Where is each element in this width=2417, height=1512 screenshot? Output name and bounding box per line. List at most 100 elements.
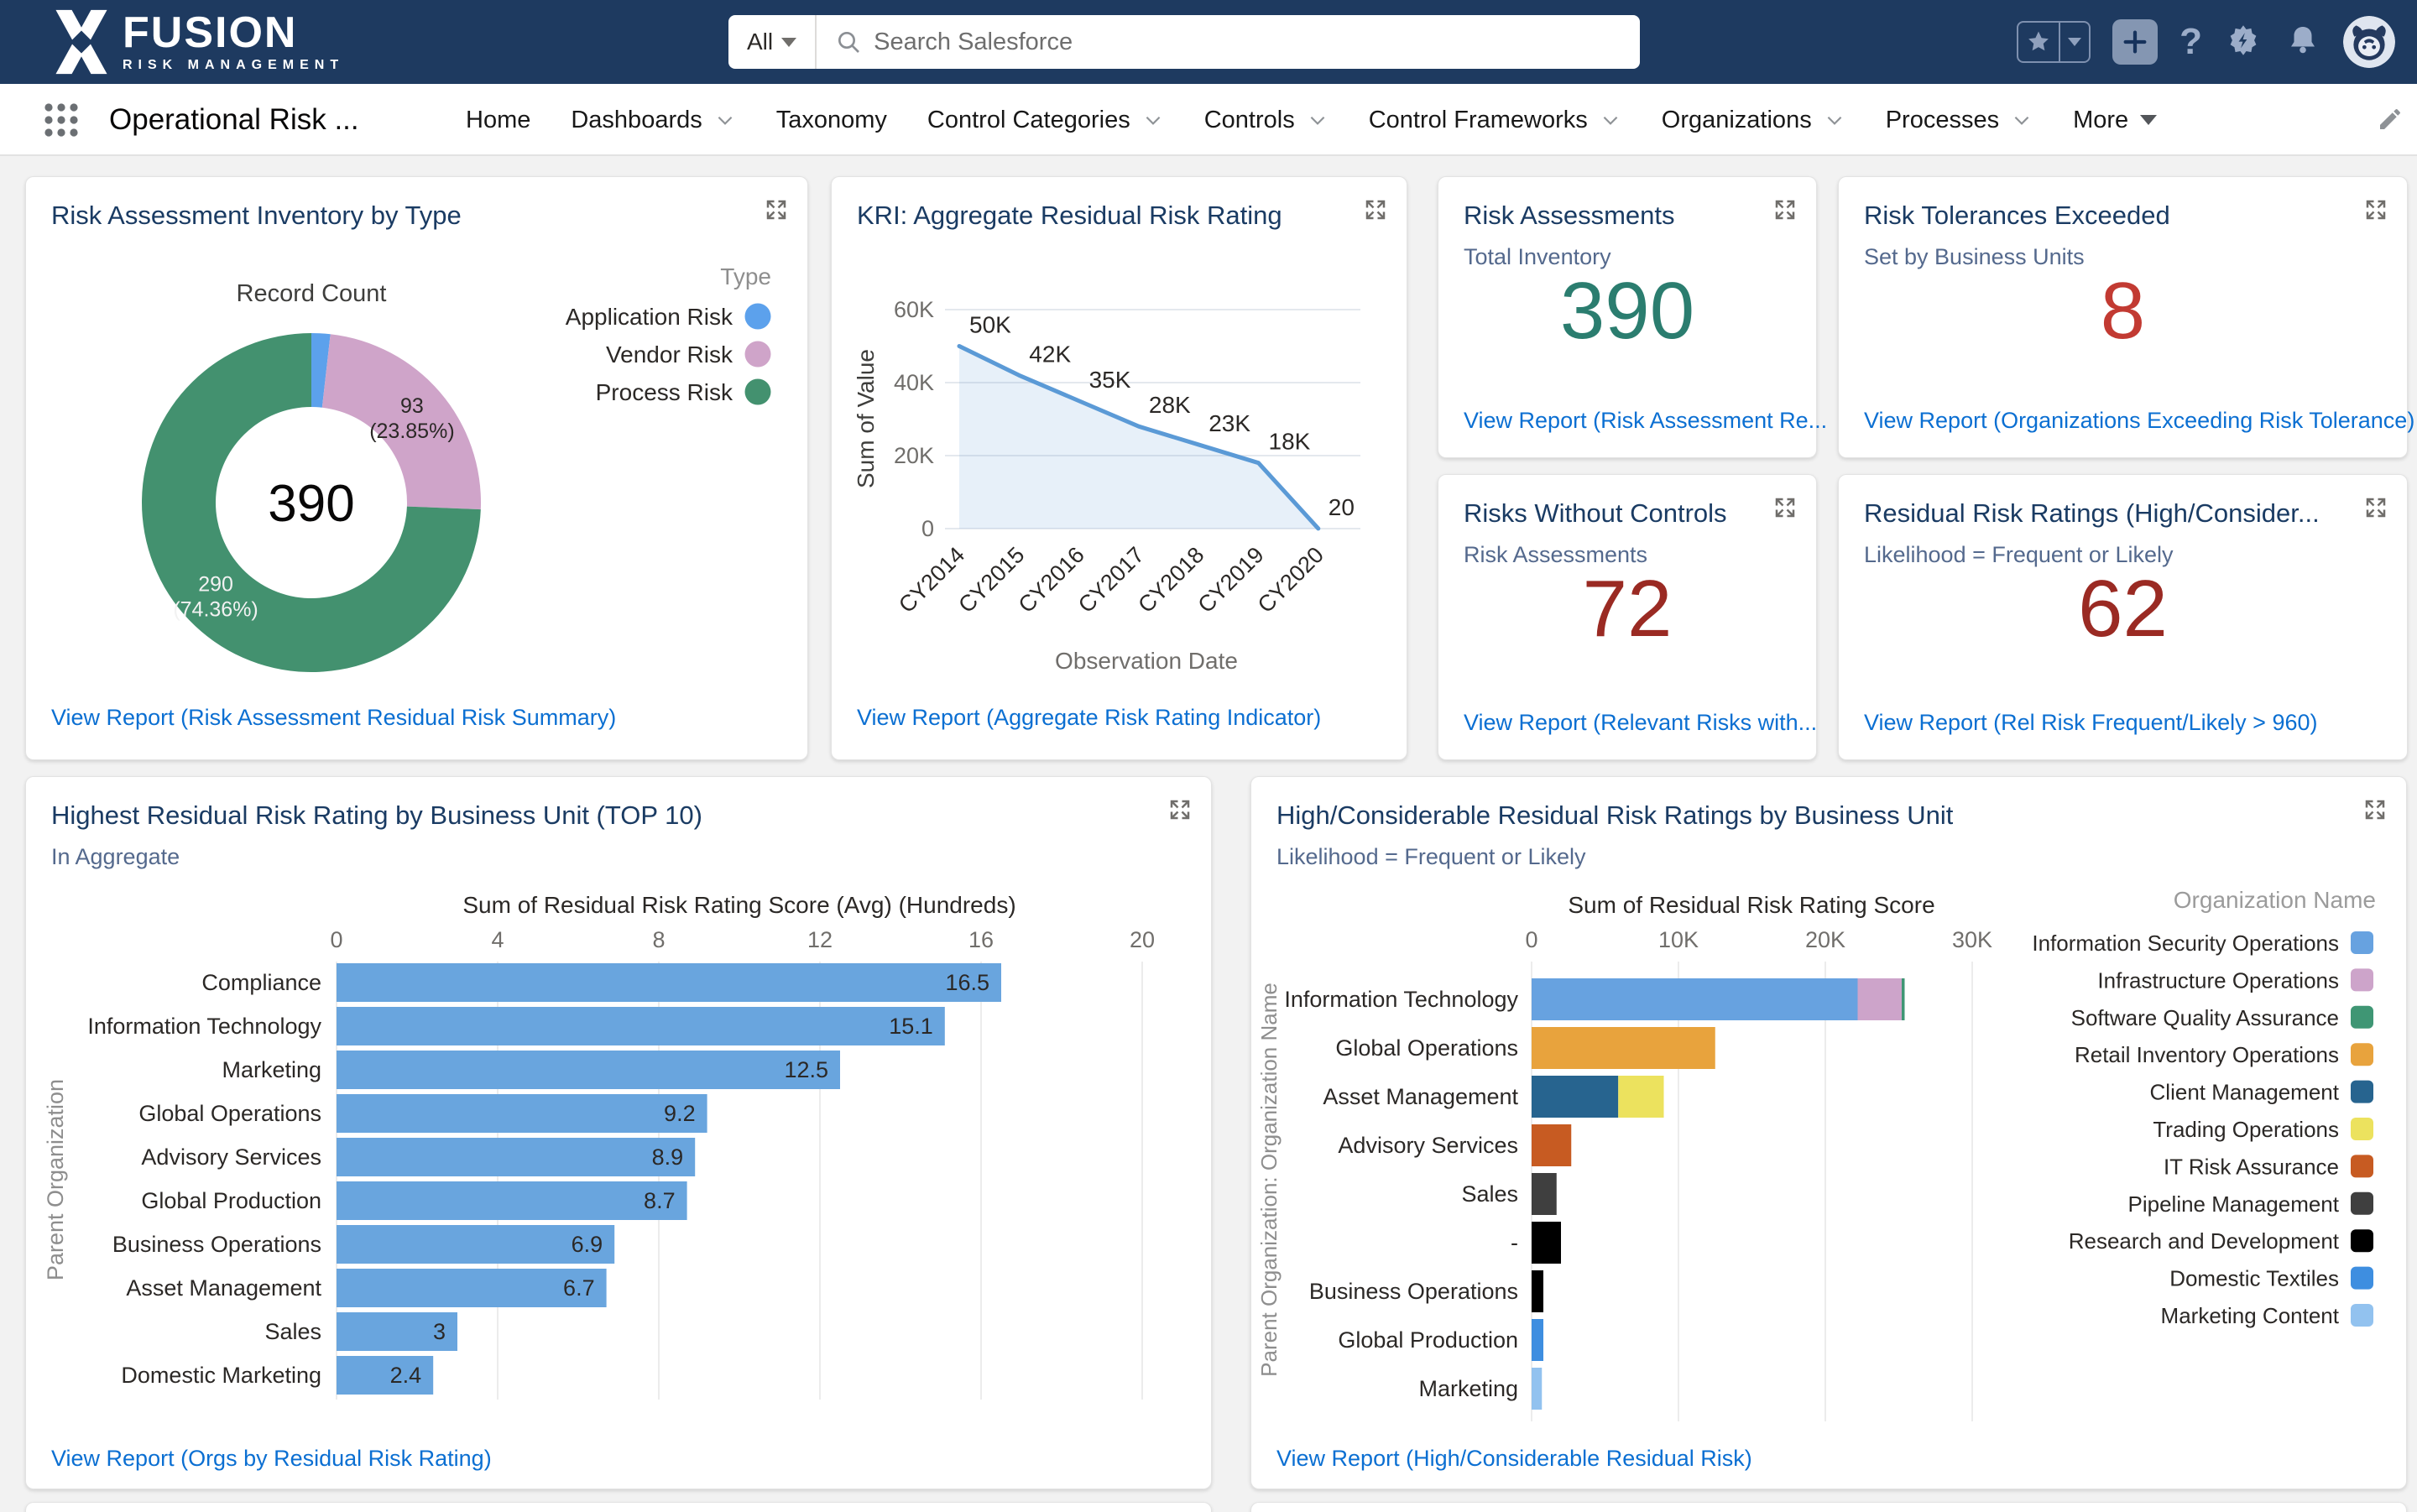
global-search[interactable]: All Search Salesforce [728,15,1640,69]
view-report-link[interactable]: View Report (Relevant Risks with... [1464,710,1817,736]
brand-name: FUSION [123,11,344,55]
app-nav-bar: Operational Risk ... HomeDashboardsTaxon… [0,84,2417,156]
svg-text:Global Operations: Global Operations [1335,1035,1518,1061]
quick-create-button[interactable] [2112,19,2158,65]
search-scope-select[interactable]: All [728,15,817,69]
svg-text:4: 4 [491,927,504,952]
favorites-dropdown-button[interactable] [2060,21,2091,63]
view-report-link[interactable]: View Report (Organizations Exceeding Ris… [1864,408,2414,434]
nav-tabs: Home Dashboards Taxonomy Control Categories… [466,84,2157,156]
svg-text:Global Production: Global Production [1338,1327,1518,1353]
brand-logo: FUSION RISK MANAGEMENT [49,7,344,77]
horizontal-bar-chart: Sum of Residual Risk Rating Score (Avg) … [26,777,1213,1494]
svg-text:Marketing: Marketing [1418,1376,1518,1401]
chevron-down-icon [2011,109,2033,131]
view-report-link[interactable]: View Report (Risk Assessment Residual Ri… [51,705,616,731]
edit-pencil-icon[interactable] [2377,106,2404,137]
svg-text:Asset Management: Asset Management [1323,1084,1518,1109]
chevron-down-icon [1142,109,1164,131]
fusion-logo-icon [49,7,114,77]
user-avatar[interactable] [2343,16,2395,68]
app-launcher-icon[interactable] [44,102,79,142]
metric-value: 8 [1839,271,2407,352]
card-risk-assessment-inventory: Risk Assessment Inventory by Type Record… [25,176,808,760]
notifications-bell-icon[interactable] [2284,22,2321,63]
expand-icon[interactable] [2363,495,2388,524]
svg-text:-: - [1511,1230,1518,1255]
card-highest-residual-risk-top10: Highest Residual Risk Rating by Business… [25,776,1212,1489]
metric-value: 62 [1839,569,2407,649]
svg-text:2.4: 2.4 [390,1363,422,1388]
svg-text:20K: 20K [894,443,934,468]
svg-text:Domestic Marketing: Domestic Marketing [121,1363,321,1388]
nav-item-processes[interactable]: Processes [1886,107,2033,134]
svg-text:Record Count: Record Count [237,280,387,307]
svg-text:Process Risk: Process Risk [596,379,733,405]
svg-text:Marketing Content: Marketing Content [2161,1303,2340,1328]
nav-item-dashboards[interactable]: Dashboards [571,107,735,134]
expand-icon[interactable] [1772,495,1798,524]
nav-item-organizations[interactable]: Organizations [1662,107,1845,134]
svg-text:Information Technology: Information Technology [87,1014,321,1039]
nav-item-label: Taxonomy [776,107,887,134]
svg-text:Advisory Services: Advisory Services [1338,1133,1518,1158]
chevron-down-icon [714,109,736,131]
svg-text:CY2018: CY2018 [1133,542,1208,618]
svg-text:Trading Operations: Trading Operations [2153,1117,2339,1142]
card-high-considerable-by-business-unit: High/Considerable Residual Risk Ratings … [1250,776,2407,1489]
view-report-link[interactable]: View Report (Aggregate Risk Rating Indic… [857,705,1321,731]
metric-value: 390 [1438,271,1816,352]
svg-text:IT Risk Assurance: IT Risk Assurance [2164,1154,2339,1179]
svg-text:0: 0 [330,927,342,952]
expand-icon[interactable] [2363,197,2388,227]
svg-text:Application Risk: Application Risk [566,304,733,330]
expand-icon[interactable] [1772,197,1798,227]
svg-text:40K: 40K [894,370,934,395]
view-report-link[interactable]: View Report (Rel Risk Frequent/Likely > … [1864,710,2318,736]
card-residual-risk-ratings: Residual Risk Ratings (High/Consider... … [1838,474,2408,760]
search-input[interactable]: Search Salesforce [874,29,1073,56]
svg-text:35K: 35K [1089,367,1131,393]
svg-text:CY2016: CY2016 [1014,542,1089,618]
nav-item-control-frameworks[interactable]: Control Frameworks [1369,107,1621,134]
svg-text:Compliance: Compliance [201,970,321,995]
svg-text:0: 0 [921,516,934,541]
view-report-link[interactable]: View Report (High/Considerable Residual … [1276,1446,1752,1472]
svg-text:18K: 18K [1269,429,1311,455]
chevron-down-icon [1824,109,1845,131]
svg-text:10K: 10K [1658,927,1699,952]
nav-item-label: More [2073,107,2128,134]
nav-item-more[interactable]: More [2073,107,2157,134]
svg-text:8.9: 8.9 [652,1144,684,1170]
chevron-down-icon [2068,38,2081,46]
svg-text:Sales: Sales [264,1319,321,1344]
svg-text:Advisory Services: Advisory Services [141,1144,321,1170]
help-icon[interactable]: ? [2179,21,2202,63]
svg-text:0: 0 [1525,927,1537,952]
svg-text:Observation Date: Observation Date [1055,648,1238,674]
svg-text:12.5: 12.5 [784,1057,828,1082]
card-risk-assessments: Risk Assessments Total Inventory 390 Vie… [1438,176,1817,458]
svg-text:Sum of Value: Sum of Value [853,349,879,488]
nav-item-controls[interactable]: Controls [1204,107,1329,134]
stacked-bar-chart: Sum of Residual Risk Rating Score010K20K… [1251,777,2408,1494]
caret-down-icon [2140,115,2157,125]
svg-text:3: 3 [433,1319,446,1344]
svg-text:8: 8 [652,927,665,952]
svg-text:Global Operations: Global Operations [138,1101,321,1126]
svg-text:CY2019: CY2019 [1193,542,1269,618]
next-row-card-edge [1250,1502,2407,1512]
svg-text:16: 16 [968,927,994,952]
setup-gear-icon[interactable] [2224,21,2263,64]
favorites-star-button[interactable] [2017,21,2060,63]
view-report-link[interactable]: View Report (Orgs by Residual Risk Ratin… [51,1446,492,1472]
brand-tagline: RISK MANAGEMENT [123,58,344,73]
nav-item-control-categories[interactable]: Control Categories [927,107,1164,134]
card-risk-tolerances-exceeded: Risk Tolerances Exceeded Set by Business… [1838,176,2408,458]
nav-item-home[interactable]: Home [466,107,530,134]
nav-item-taxonomy[interactable]: Taxonomy [776,107,887,134]
svg-text:CY2015: CY2015 [953,542,1029,618]
app-header: FUSION RISK MANAGEMENT All Search Salesf… [0,0,2417,84]
view-report-link[interactable]: View Report (Risk Assessment Re... [1464,408,1827,434]
svg-text:28K: 28K [1149,392,1191,418]
